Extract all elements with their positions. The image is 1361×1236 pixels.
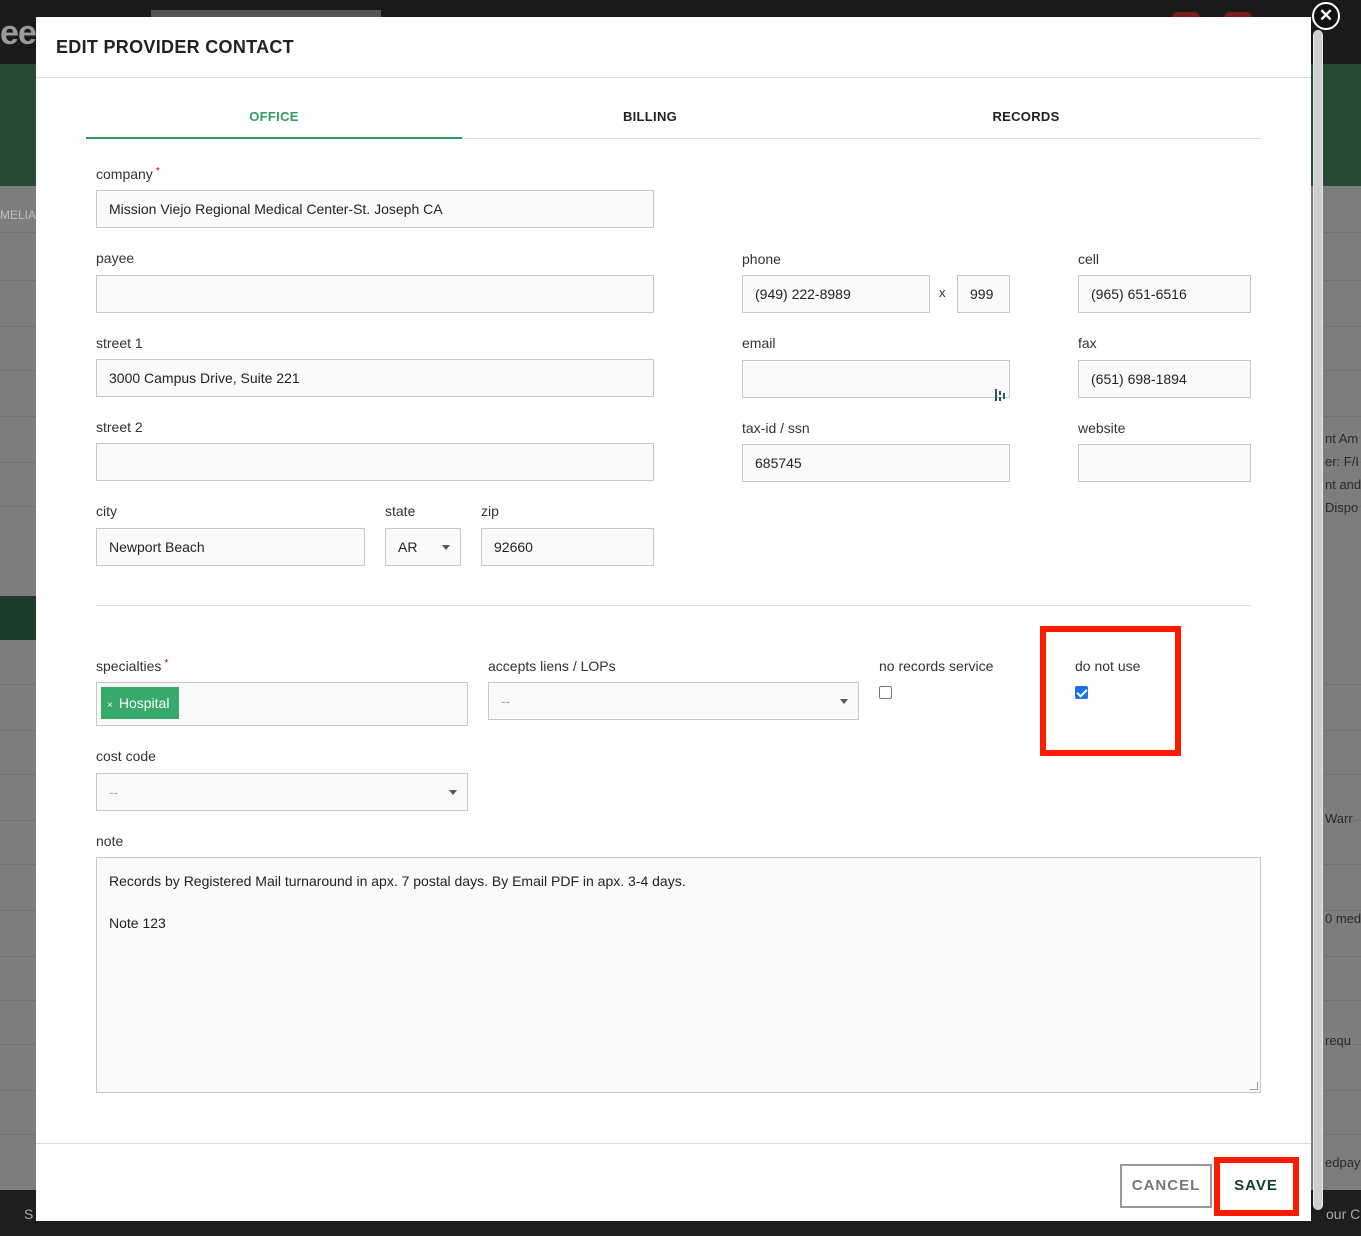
- state-select[interactable]: AR: [385, 528, 461, 566]
- zip-label: zip: [481, 503, 499, 519]
- street2-label: street 2: [96, 419, 143, 435]
- state-label: state: [385, 503, 416, 519]
- tag-remove-icon[interactable]: ×: [107, 700, 113, 711]
- autofill-icon[interactable]: [994, 388, 1006, 402]
- close-icon: ✕: [1318, 6, 1334, 25]
- specialties-label: specialties *: [96, 658, 169, 674]
- tab-bar: OFFICE BILLING RECORDS: [86, 107, 1261, 139]
- background-text: nt Am: [1325, 431, 1359, 446]
- cell-input[interactable]: [1078, 275, 1251, 313]
- cancel-button[interactable]: CANCEL: [1120, 1164, 1212, 1208]
- tab-records[interactable]: RECORDS: [838, 107, 1214, 139]
- required-mark: *: [155, 166, 160, 177]
- chevron-down-icon: [449, 790, 457, 795]
- modal-footer-divider: [36, 1143, 1311, 1144]
- phone-extension-separator: x: [939, 285, 946, 300]
- modal-title: EDIT PROVIDER CONTACT: [56, 37, 294, 57]
- email-input[interactable]: [742, 360, 1010, 398]
- website-label: website: [1078, 420, 1126, 436]
- tab-billing[interactable]: BILLING: [462, 107, 838, 139]
- accepts-liens-label: accepts liens / LOPs: [488, 658, 616, 674]
- tab-office[interactable]: OFFICE: [86, 107, 462, 139]
- highlight-box: [1040, 626, 1181, 756]
- website-input[interactable]: [1078, 444, 1251, 482]
- background-text: requ: [1325, 1033, 1352, 1048]
- resize-handle-icon[interactable]: [1250, 1082, 1258, 1090]
- note-textarea[interactable]: Records by Registered Mail turnaround in…: [96, 857, 1261, 1093]
- zip-input[interactable]: [481, 528, 654, 566]
- cost-code-select[interactable]: --: [96, 773, 468, 811]
- modal-scrollbar[interactable]: [1313, 30, 1323, 1210]
- background-text: Dispo: [1325, 500, 1359, 515]
- note-line: Records by Registered Mail turnaround in…: [109, 873, 686, 889]
- section-divider: [96, 605, 1251, 606]
- fax-label: fax: [1078, 335, 1097, 351]
- note-label: note: [96, 833, 124, 849]
- accepts-liens-value: --: [501, 693, 511, 709]
- highlight-box: [1214, 1157, 1299, 1216]
- accepts-liens-select[interactable]: --: [488, 682, 859, 720]
- tax-id-input[interactable]: [742, 444, 1010, 482]
- background-text: nt and: [1325, 477, 1361, 492]
- cell-label: cell: [1078, 251, 1100, 267]
- background-selected-row: [0, 596, 40, 640]
- phone-extension-input[interactable]: [957, 275, 1010, 313]
- background-bottom-text: our C: [1326, 1206, 1361, 1222]
- specialties-tag-input[interactable]: × Hospital: [96, 682, 468, 726]
- company-label: company *: [96, 166, 160, 182]
- payee-input[interactable]: [96, 275, 654, 313]
- note-line: Note 123: [109, 915, 166, 931]
- phone-input[interactable]: [742, 275, 930, 313]
- street1-input[interactable]: [96, 359, 654, 397]
- background-text: er: F/I: [1325, 454, 1359, 469]
- background-logo: ee: [0, 14, 37, 52]
- background-text: 0 med: [1325, 911, 1361, 926]
- edit-provider-contact-modal: EDIT PROVIDER CONTACT OFFICE BILLING REC…: [36, 17, 1311, 1221]
- background-bottom-text: S: [24, 1206, 34, 1222]
- no-records-service-label: no records service: [879, 658, 994, 674]
- street1-label: street 1: [96, 335, 143, 351]
- modal-header: EDIT PROVIDER CONTACT: [36, 17, 1311, 78]
- no-records-service-checkbox[interactable]: [879, 686, 892, 699]
- phone-label: phone: [742, 251, 781, 267]
- street2-input[interactable]: [96, 443, 654, 481]
- email-label: email: [742, 335, 776, 351]
- chevron-down-icon: [442, 545, 450, 550]
- background-column-label: MELIA: [0, 208, 37, 222]
- company-input[interactable]: [96, 190, 654, 228]
- chevron-down-icon: [840, 699, 848, 704]
- specialty-tag-label: Hospital: [118, 695, 170, 711]
- background-text: Warr: [1325, 811, 1353, 826]
- tax-id-label: tax-id / ssn: [742, 420, 810, 436]
- close-button[interactable]: ✕: [1312, 2, 1340, 30]
- city-label: city: [96, 503, 117, 519]
- note-line: [109, 892, 1248, 913]
- background-text: edpay: [1325, 1155, 1361, 1170]
- fax-input[interactable]: [1078, 360, 1251, 398]
- city-input[interactable]: [96, 528, 365, 566]
- required-mark: *: [164, 658, 169, 669]
- cost-code-value: --: [109, 784, 119, 800]
- payee-label: payee: [96, 250, 135, 266]
- state-value: AR: [398, 539, 418, 555]
- cost-code-label: cost code: [96, 748, 156, 764]
- modal-scrollbar-thumb[interactable]: [1314, 30, 1322, 1210]
- specialty-tag: × Hospital: [101, 687, 180, 719]
